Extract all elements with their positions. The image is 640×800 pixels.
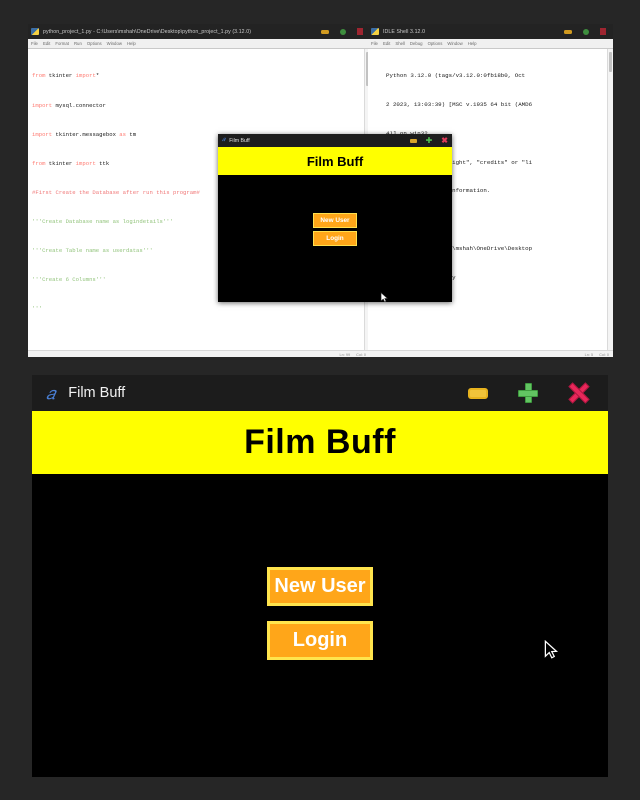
maximize-icon[interactable] [518,383,538,403]
film-buff-window[interactable]: 𝑎 Film Buff Film Buff New User Login [32,375,608,777]
dialog-new-user-button[interactable]: New User [313,213,357,228]
minimize-icon[interactable] [564,29,572,34]
login-button[interactable]: Login [267,621,373,660]
menu-item-file[interactable]: File [371,41,378,46]
film-buff-dialog-small[interactable]: 𝑎 Film Buff ✚ ✖ Film Buff New User Login [218,134,452,302]
idle-editor-titlebar[interactable]: python_project_1.py - C:\Users\mshah\One… [28,24,370,39]
maximize-icon[interactable] [583,28,589,35]
close-icon[interactable] [600,28,606,35]
screenshot-panel: python_project_1.py - C:\Users\mshah\One… [28,24,613,357]
close-icon[interactable] [568,382,590,404]
close-icon[interactable]: ✖ [441,136,448,144]
idle-editor-window-controls[interactable] [321,28,367,35]
idle-shell-title: IDLE Shell 3.12.0 [383,28,426,35]
idle-shell-menubar[interactable]: File Edit Shell Debug Options Window Hel… [368,39,613,49]
idle-shell-titlebar[interactable]: IDLE Shell 3.12.0 [368,24,613,39]
menu-item-debug[interactable]: Debug [410,41,423,46]
window-title: Film Buff [68,385,126,401]
menu-item-edit[interactable]: Edit [43,41,50,46]
menu-item-help[interactable]: Help [468,41,477,46]
idle-editor-statusbar: Ln: 99 Col: 0 [28,350,370,357]
code-line: ''' [32,305,43,313]
shell-line: 2 2023, 13:03:39) [MSC v.1935 64 bit (AM… [386,100,533,108]
menu-item-run[interactable]: Run [74,41,82,46]
minimize-icon[interactable] [321,29,329,34]
code-line: import mysql.connector [32,101,106,109]
menu-item-help[interactable]: Help [127,41,136,46]
menu-item-shell[interactable]: Shell [395,41,405,46]
film-buff-dialog-body: New User Login [218,175,452,302]
film-buff-dialog-window-controls[interactable]: ✚ ✖ [409,136,448,144]
film-buff-dialog-banner-text: Film Buff [306,153,364,169]
shell-line: Python 3.12.0 (tags/v3.12.0:0fb18b0, Oct [386,72,526,80]
film-buff-dialog-title: Film Buff [229,137,250,144]
shell-scrollbar[interactable] [607,49,613,350]
app-banner: Film Buff [32,411,608,474]
new-user-button[interactable]: New User [267,567,373,606]
menu-item-edit[interactable]: Edit [383,41,390,46]
mouse-pointer-icon [544,640,559,659]
menu-item-format[interactable]: Format [55,41,69,46]
editor-status-line: Ln: 99 [339,353,351,357]
editor-status-col: Col: 0 [356,353,366,357]
close-icon[interactable] [357,28,363,35]
desktop-root: python_project_1.py - C:\Users\mshah\One… [0,0,640,800]
idle-editor-title: python_project_1.py - C:\Users\mshah\One… [43,28,252,35]
menu-item-window[interactable]: Window [447,41,462,46]
dialog-login-button[interactable]: Login [313,231,357,246]
idle-shell-statusbar: Ln: 5 Col: 0 [368,350,613,357]
menu-item-options[interactable]: Options [87,41,102,46]
maximize-icon[interactable] [340,28,346,35]
python-idle-icon [371,27,380,36]
menu-item-file[interactable]: File [31,41,38,46]
code-line: from tkinter import* [32,72,100,80]
app-banner-title: Film Buff [244,423,396,461]
mouse-pointer-icon [380,292,389,302]
python-idle-icon [31,27,40,36]
idle-shell-window-controls[interactable] [564,28,610,35]
film-buff-dialog-banner: Film Buff [218,147,452,175]
film-buff-dialog-titlebar[interactable]: 𝑎 Film Buff ✚ ✖ [218,134,452,147]
shell-status-col: Col: 0 [599,353,609,357]
menu-item-window[interactable]: Window [107,41,122,46]
shell-status-line: Ln: 5 [584,353,594,357]
window-titlebar[interactable]: 𝑎 Film Buff [32,375,608,411]
python-icon: 𝑎 [222,137,226,143]
shell-scrollbar-thumb[interactable] [609,52,612,72]
idle-editor-menubar[interactable]: File Edit Format Run Options Window Help [28,39,370,49]
window-controls[interactable] [468,382,590,404]
minimize-icon[interactable] [409,138,417,143]
minimize-icon[interactable] [468,387,488,399]
python-icon: 𝑎 [46,383,56,403]
maximize-icon[interactable]: ✚ [426,136,433,144]
app-body: New User Login [32,474,608,777]
menu-item-options[interactable]: Options [428,41,443,46]
